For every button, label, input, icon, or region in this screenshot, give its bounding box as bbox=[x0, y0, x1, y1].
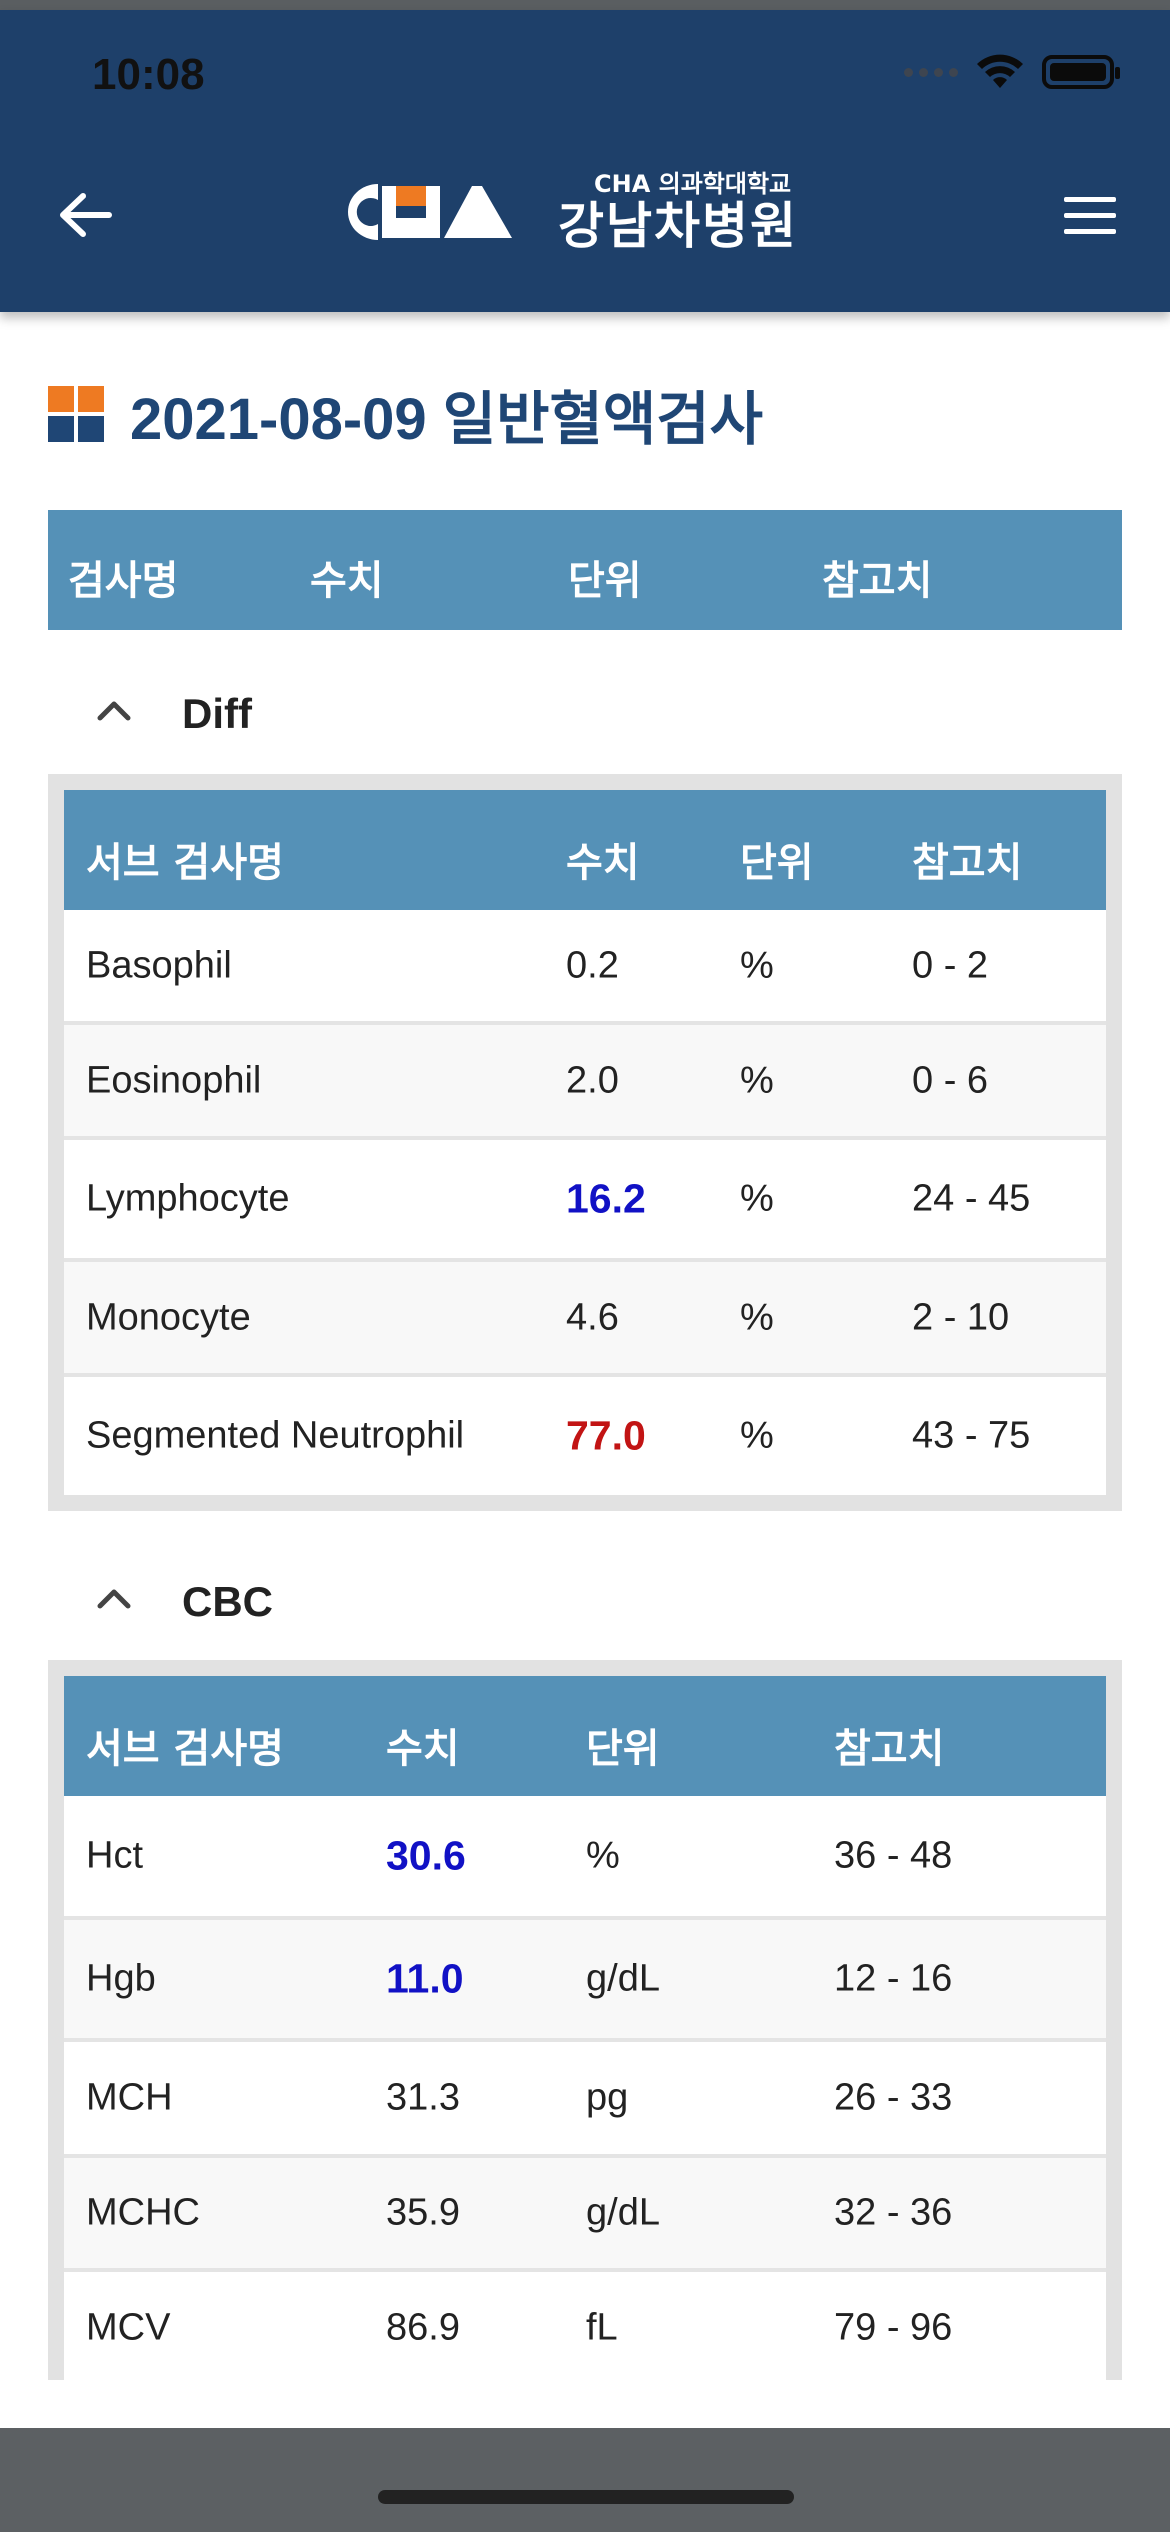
test-value: 35.9 bbox=[386, 2191, 460, 2234]
test-reference: 26 - 33 bbox=[834, 2076, 953, 2119]
cbc-rows: Hct 30.6 % 36 - 48 Hgb 11.0 g/dL 12 - 16… bbox=[64, 1796, 1106, 2380]
status-icons bbox=[904, 54, 1120, 90]
table-row: Monocyte 4.6 % 2 - 10 bbox=[64, 1262, 1106, 1377]
test-reference: 36 - 48 bbox=[834, 1834, 953, 1877]
section-title: Diff bbox=[182, 690, 252, 737]
page-title-row: 2021-08-09 일반혈액검사 bbox=[48, 372, 763, 456]
test-reference: 32 - 36 bbox=[834, 2191, 953, 2234]
test-name: Monocyte bbox=[86, 1296, 251, 1338]
table-row: MCHC 35.9 g/dL 32 - 36 bbox=[64, 2158, 1106, 2272]
header-test-name: 검사명 bbox=[68, 558, 179, 604]
test-value: 2.0 bbox=[566, 1059, 619, 1101]
subheader-name: 서브 검사명 bbox=[86, 840, 284, 886]
header-unit: 단위 bbox=[568, 558, 642, 604]
cha-logo-icon bbox=[348, 184, 512, 240]
table-row: Segmented Neutrophil 77.0 % 43 - 75 bbox=[64, 1377, 1106, 1495]
test-name: MCV bbox=[86, 2306, 171, 2349]
section-title: CBC bbox=[182, 1578, 273, 1625]
test-unit: % bbox=[740, 944, 774, 986]
test-name: Segmented Neutrophil bbox=[86, 1414, 465, 1457]
grid-icon bbox=[48, 386, 104, 442]
status-time: 10:08 bbox=[92, 50, 205, 99]
subheader-reference: 참고치 bbox=[912, 840, 1023, 886]
test-reference: 0 - 2 bbox=[912, 944, 989, 986]
test-reference: 2 - 10 bbox=[912, 1296, 1010, 1338]
test-unit: % bbox=[740, 1296, 774, 1338]
main-table-header: 검사명 수치 단위 참고치 bbox=[48, 510, 1122, 630]
test-name: Eosinophil bbox=[86, 1059, 262, 1101]
subheader-reference: 참고치 bbox=[834, 1726, 945, 1772]
test-value-low: 16.2 bbox=[566, 1175, 646, 1222]
cbc-table-header: 서브 검사명 수치 단위 참고치 bbox=[64, 1676, 1106, 1796]
test-value: 4.6 bbox=[566, 1296, 619, 1338]
chevron-up-icon bbox=[97, 701, 131, 721]
app-header: 10:08 CHA 의과학대학교 강남차병원 bbox=[0, 10, 1170, 312]
arrow-left-icon bbox=[60, 193, 112, 237]
test-name: MCHC bbox=[86, 2191, 200, 2234]
chevron-up-icon bbox=[97, 1589, 131, 1609]
table-row: Lymphocyte 16.2 % 24 - 45 bbox=[64, 1140, 1106, 1262]
test-reference: 79 - 96 bbox=[834, 2306, 953, 2349]
test-name: Hct bbox=[86, 1834, 143, 1877]
menu-button[interactable] bbox=[1050, 180, 1130, 250]
header-value: 수치 bbox=[310, 558, 384, 604]
test-value: 31.3 bbox=[386, 2076, 460, 2119]
section-toggle-diff[interactable]: Diff bbox=[48, 672, 1122, 752]
table-row: Basophil 0.2 % 0 - 2 bbox=[64, 910, 1106, 1025]
test-name: Hgb bbox=[86, 1957, 156, 2000]
table-row: Eosinophil 2.0 % 0 - 6 bbox=[64, 1025, 1106, 1140]
test-reference: 43 - 75 bbox=[912, 1414, 1031, 1457]
signal-icon bbox=[904, 67, 958, 77]
cbc-panel: 서브 검사명 수치 단위 참고치 Hct 30.6 % 36 - 48 Hgb … bbox=[48, 1660, 1122, 2380]
logo-text: CHA 의과학대학교 강남차병원 bbox=[558, 170, 798, 254]
test-value: 0.2 bbox=[566, 944, 619, 986]
test-unit: g/dL bbox=[586, 1957, 660, 2000]
subheader-value: 수치 bbox=[566, 840, 640, 886]
test-reference: 0 - 6 bbox=[912, 1059, 989, 1101]
back-button[interactable] bbox=[50, 180, 120, 250]
section-toggle-cbc[interactable]: CBC bbox=[48, 1560, 1122, 1640]
battery-icon bbox=[1042, 55, 1120, 89]
table-row: Hgb 11.0 g/dL 12 - 16 bbox=[64, 1920, 1106, 2042]
table-row: Hct 30.6 % 36 - 48 bbox=[64, 1796, 1106, 1920]
table-row: MCH 31.3 pg 26 - 33 bbox=[64, 2042, 1106, 2158]
top-strip bbox=[0, 0, 1170, 10]
table-row: MCV 86.9 fL 79 - 96 bbox=[64, 2272, 1106, 2380]
header-reference: 참고치 bbox=[822, 558, 933, 604]
test-unit: g/dL bbox=[586, 2191, 660, 2234]
hamburger-menu-icon bbox=[1064, 196, 1116, 202]
diff-panel: 서브 검사명 수치 단위 참고치 Basophil 0.2 % 0 - 2 Eo… bbox=[48, 774, 1122, 1511]
test-reference: 12 - 16 bbox=[834, 1957, 953, 2000]
test-name: MCH bbox=[86, 2076, 173, 2119]
test-name: Basophil bbox=[86, 944, 232, 986]
logo-title: 강남차병원 bbox=[558, 197, 798, 255]
diff-rows: Basophil 0.2 % 0 - 2 Eosinophil 2.0 % 0 … bbox=[64, 910, 1106, 1495]
test-value-high: 77.0 bbox=[566, 1412, 646, 1459]
bottom-bar bbox=[0, 2428, 1170, 2532]
subheader-name: 서브 검사명 bbox=[86, 1726, 284, 1772]
subheader-value: 수치 bbox=[386, 1726, 460, 1772]
test-value-low: 30.6 bbox=[386, 1832, 466, 1879]
test-reference: 24 - 45 bbox=[912, 1177, 1031, 1220]
test-value: 86.9 bbox=[386, 2306, 460, 2349]
test-unit: % bbox=[740, 1059, 774, 1101]
page-title: 2021-08-09 일반혈액검사 bbox=[130, 387, 763, 452]
test-unit: % bbox=[586, 1834, 620, 1877]
subheader-unit: 단위 bbox=[740, 840, 814, 886]
diff-table-header: 서브 검사명 수치 단위 참고치 bbox=[64, 790, 1106, 910]
subheader-unit: 단위 bbox=[586, 1726, 660, 1772]
test-unit: % bbox=[740, 1177, 774, 1220]
test-unit: fL bbox=[586, 2306, 618, 2349]
test-unit: pg bbox=[586, 2076, 629, 2119]
hospital-logo[interactable]: CHA 의과학대학교 강남차병원 bbox=[322, 170, 798, 254]
test-name: Lymphocyte bbox=[86, 1177, 290, 1220]
diff-table: 서브 검사명 수치 단위 참고치 Basophil 0.2 % 0 - 2 Eo… bbox=[64, 790, 1106, 1495]
wifi-icon bbox=[977, 54, 1023, 88]
cbc-table: 서브 검사명 수치 단위 참고치 Hct 30.6 % 36 - 48 Hgb … bbox=[64, 1676, 1106, 2380]
test-unit: % bbox=[740, 1414, 774, 1457]
test-value-low: 11.0 bbox=[386, 1955, 464, 2002]
logo-subtitle: CHA 의과학대학교 bbox=[594, 170, 792, 198]
home-indicator[interactable] bbox=[378, 2490, 794, 2504]
